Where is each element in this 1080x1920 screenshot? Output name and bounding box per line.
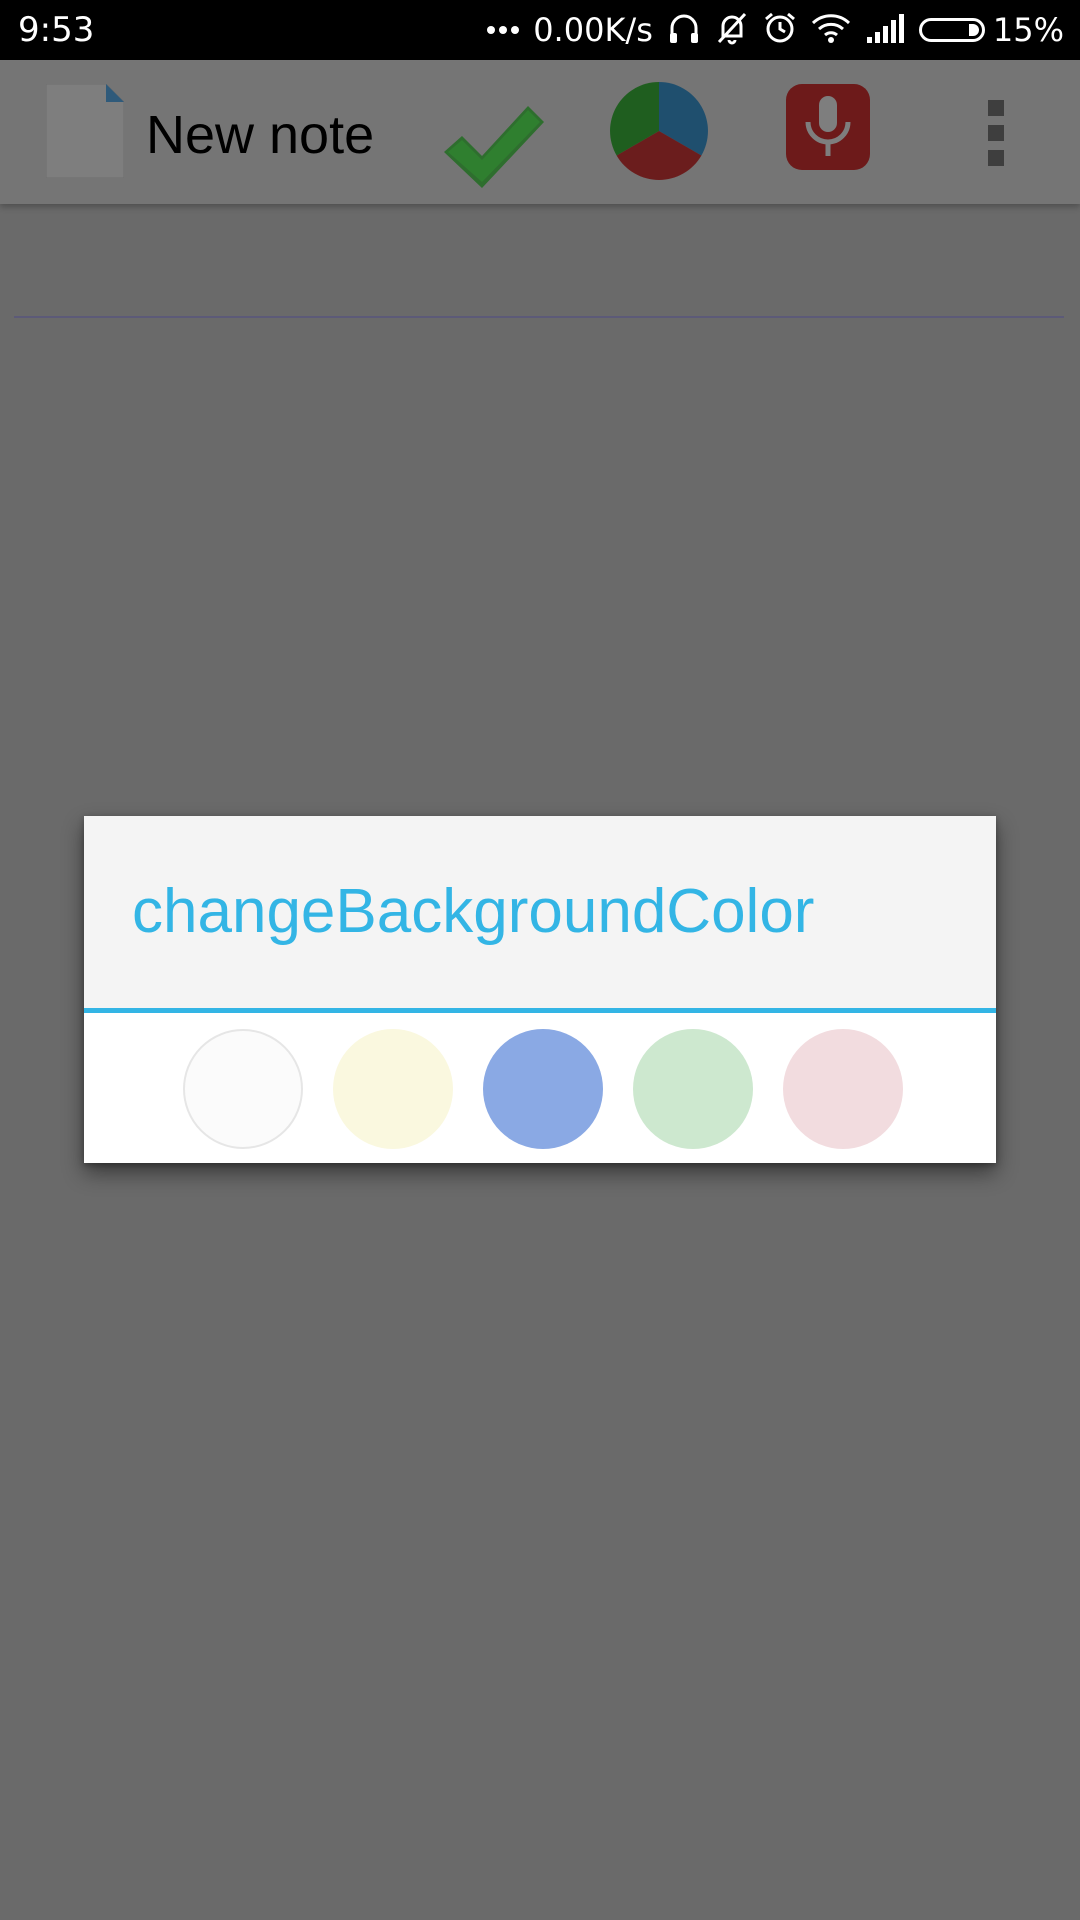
status-icons: 0.00K/s 15% <box>473 0 1064 60</box>
color-swatch-white[interactable] <box>183 1029 303 1149</box>
dialog-title: changeBackgroundColor <box>132 877 815 946</box>
microphone-icon[interactable] <box>786 84 870 170</box>
muted-bell-icon <box>715 11 749 49</box>
status-time: 9:53 <box>18 10 95 50</box>
color-swatch-green[interactable] <box>633 1029 753 1149</box>
alarm-icon <box>763 11 797 49</box>
wifi-icon <box>811 13 851 47</box>
battery-icon <box>918 18 985 42</box>
color-swatch-pink[interactable] <box>783 1029 903 1149</box>
signal-icon <box>865 13 905 47</box>
color-swatch-blue[interactable] <box>483 1029 603 1149</box>
app-toolbar: New note <box>0 60 1080 204</box>
note-title-underline <box>14 316 1064 318</box>
more-dots-icon <box>487 21 520 40</box>
dialog-header: changeBackgroundColor <box>84 816 996 1008</box>
note-icon[interactable] <box>45 83 125 179</box>
status-bar: 9:53 0.00K/s 15% <box>0 0 1080 60</box>
color-swatch-row <box>84 1029 996 1151</box>
checkmark-icon[interactable] <box>440 96 546 196</box>
color-swatch-yellow[interactable] <box>333 1029 453 1149</box>
pie-chart-icon[interactable] <box>610 82 708 180</box>
change-background-color-dialog: changeBackgroundColor <box>84 816 996 1163</box>
toolbar-title: New note <box>146 105 375 165</box>
battery-percent: 15% <box>992 11 1064 49</box>
network-speed: 0.00K/s <box>533 11 653 49</box>
headphones-icon <box>667 11 701 49</box>
dialog-divider <box>84 1008 996 1013</box>
overflow-menu-icon[interactable] <box>982 100 1010 166</box>
